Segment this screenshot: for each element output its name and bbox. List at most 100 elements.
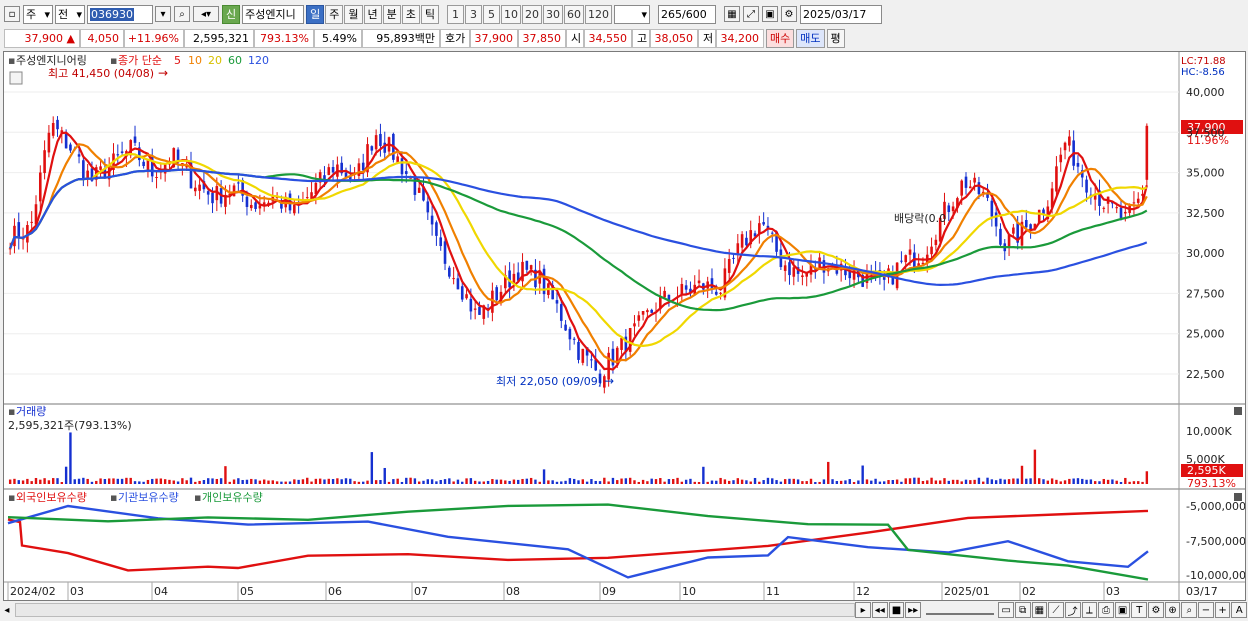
horizontal-scrollbar[interactable] [14,603,856,617]
candle-body [443,241,447,264]
tab-second[interactable]: 초 [401,4,420,24]
candle-body [361,162,365,171]
close-icon[interactable] [1234,493,1242,501]
font-icon[interactable]: A [1231,602,1248,618]
candle-body [430,215,434,225]
volume-bar [706,481,709,484]
volume-bar [77,478,81,484]
tab-day[interactable]: 일 [306,4,325,24]
volume-bar [125,477,128,484]
price-change-pct: +11.96% [124,28,184,48]
volume-bar [848,479,851,484]
volume-bar [508,480,511,484]
chart-area[interactable]: ▪ 주성엔지니어링 ▪ 종가 단순 5 10 20 60 120 최고 41,4… [3,51,1246,601]
rewind-icon[interactable]: ◂◂ [871,602,888,618]
stock-title: 주성엔지니어링 [16,54,87,67]
interval-20[interactable]: 20 [522,4,542,24]
crosshair-icon[interactable]: ⊕ [1164,602,1181,618]
candle-body [465,294,468,299]
candle-body [400,158,404,175]
candle-body [478,306,481,315]
period-type-select[interactable]: 주 ▾ [23,4,53,24]
compare-icon[interactable]: ⤢ [743,6,759,22]
volume-bar [628,477,632,484]
stop-icon[interactable]: ■ [888,602,905,618]
text-icon[interactable]: T [1131,602,1148,618]
volume-bar [461,481,464,484]
stock-chart-svg[interactable]: ▪ 주성엔지니어링 ▪ 종가 단순 5 10 20 60 120 최고 41,4… [4,52,1245,600]
interval-3[interactable]: 3 [465,4,482,24]
magnify-icon[interactable]: ⌕ [1181,602,1198,618]
copy-icon[interactable]: ⧉ [1014,602,1031,618]
price-y-axis: 40,000 37,500 35,000 32,500 30,000 27,500 25,0… [1186,86,1225,381]
interval-60[interactable]: 60 [564,4,584,24]
candle-body [512,273,516,283]
grid-icon[interactable]: ▦ [1031,602,1048,618]
zoom-slider[interactable] [925,605,995,615]
tab-minute[interactable]: 분 [382,4,401,24]
layout-icon[interactable]: ▭ [998,602,1014,618]
tab-month[interactable]: 월 [344,4,363,24]
volume-bar [387,481,391,484]
print-icon[interactable]: ⎙ [1098,602,1114,618]
volume-bar [680,481,684,484]
candle-body [396,156,399,163]
zoom-out-icon[interactable]: − [1198,602,1214,618]
volume-bar [142,481,145,484]
count-input[interactable]: 265/600 [658,4,716,24]
interval-5[interactable]: 5 [483,4,500,24]
fast-forward-icon[interactable]: ▸▸ [905,602,921,618]
tab-tick[interactable]: 틱 [420,4,439,24]
volume-bar [495,479,498,484]
date-input[interactable]: 2025/03/17 [800,4,882,24]
interval-120[interactable]: 120 [585,4,612,24]
volume-bar [809,478,813,484]
interval-10[interactable]: 10 [501,4,521,24]
candle-body [417,187,421,193]
play-icon[interactable]: ▸ [855,602,871,618]
volume-bar [908,478,912,484]
tab-year[interactable]: 년 [363,4,382,24]
volume-bar [788,478,791,484]
grid-icon[interactable] [9,71,23,85]
candle-body [714,291,718,295]
speaker-icon[interactable]: ◂▾ [193,6,219,22]
window-icon[interactable]: ▫ [4,6,20,22]
average-button[interactable]: 평 [826,28,845,48]
scroll-left-icon[interactable]: ◂ [0,602,14,618]
search-icon[interactable]: ⌕ [174,6,190,22]
candle-body [973,177,976,183]
interval-1[interactable]: 1 [447,4,464,24]
volume-bar [211,478,214,484]
volume-bar [973,479,976,484]
volume-bar [560,481,563,484]
volume: 2,595,321 [184,28,254,48]
volume-bar [405,477,408,484]
interval-30[interactable]: 30 [543,4,563,24]
volume-bar [986,477,989,484]
image-icon[interactable]: ▣ [1114,602,1131,618]
buy-button[interactable]: 매수 [766,28,795,48]
volume-bar [448,478,451,484]
trend-icon[interactable]: ⤴ [1064,602,1081,618]
zoom-in-icon[interactable]: + [1214,602,1231,618]
market-select[interactable]: 전 ▾ [55,4,85,24]
settings-icon[interactable]: ⚙ [1148,602,1164,618]
volume-bar [865,479,869,484]
gear-icon[interactable]: ⚙ [781,6,797,22]
volume-bar [663,481,666,484]
candle-body [47,132,51,153]
bid-price: 37,850 [518,28,566,48]
measure-icon[interactable]: ⟂ [1081,602,1098,618]
chart-tools-icon[interactable]: ▦ [724,6,740,22]
sell-button[interactable]: 매도 [796,28,825,48]
save-icon[interactable]: ▣ [762,6,778,22]
chevron-down-icon: ▾ [44,7,50,21]
close-icon[interactable] [1234,407,1242,415]
stock-code-input[interactable]: 036930 [87,4,153,24]
tab-week[interactable]: 주 [325,4,344,24]
x-label: 04 [154,585,168,598]
custom-interval-select[interactable]: ▾ [614,4,650,24]
draw-icon[interactable]: ⟋ [1048,602,1064,618]
dropdown-icon[interactable]: ▾ [155,6,171,22]
